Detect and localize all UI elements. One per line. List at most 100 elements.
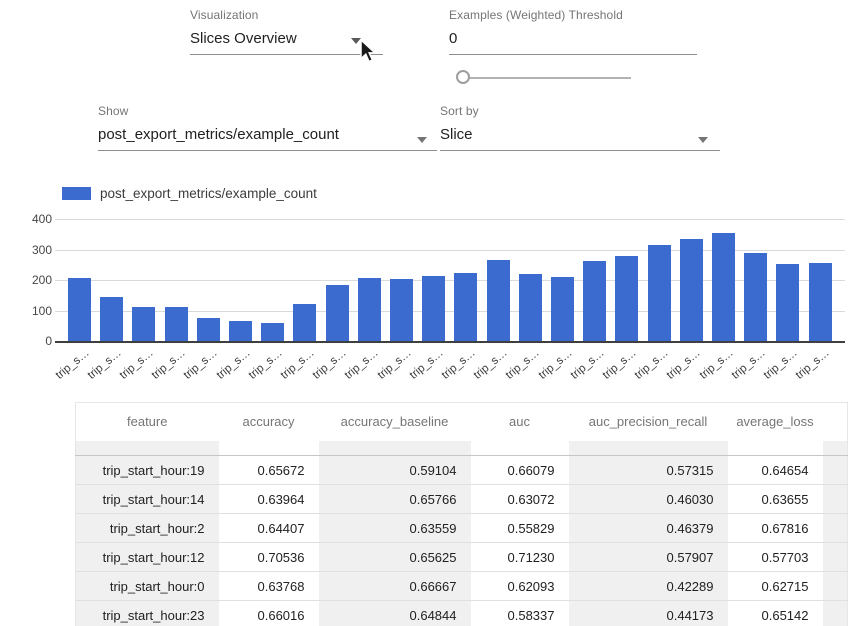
bar[interactable] — [551, 277, 574, 341]
metric-cell: 0.67816 — [728, 514, 823, 543]
metric-cell: 0.65672 — [219, 456, 319, 485]
legend-swatch — [62, 187, 91, 200]
sort-by-dropdown[interactable]: Slice — [440, 126, 720, 143]
metric-cell: 0.63768 — [219, 572, 319, 601]
bar[interactable] — [776, 264, 799, 341]
metric-cell: 0.57703 — [728, 543, 823, 572]
feature-cell: trip_start_hour:19 — [76, 456, 219, 485]
metric-cell: 0.59104 — [319, 456, 471, 485]
threshold-input[interactable]: 0 — [449, 30, 697, 47]
chevron-down-icon[interactable] — [698, 137, 708, 143]
bar[interactable] — [68, 278, 91, 341]
bar[interactable] — [809, 263, 832, 341]
chart-legend: post_export_metrics/example_count — [62, 186, 317, 201]
bar[interactable] — [326, 285, 349, 341]
column-header-auc_precision_recall[interactable]: auc_precision_recall — [569, 403, 728, 441]
bar[interactable] — [390, 279, 413, 341]
table-row: trip_start_hour:140.639640.657660.630720… — [76, 485, 848, 514]
metric-cell: 0.62715 — [728, 572, 823, 601]
show-dropdown[interactable]: post_export_metrics/example_count — [98, 126, 437, 143]
threshold-underline — [449, 54, 697, 55]
feature-cell: trip_start_hour:2 — [76, 514, 219, 543]
legend-label: post_export_metrics/example_count — [100, 186, 317, 201]
bar[interactable] — [358, 278, 381, 341]
chevron-down-icon[interactable] — [417, 137, 427, 143]
metric-cell: 0.70536 — [219, 543, 319, 572]
filter-cell[interactable] — [569, 441, 728, 456]
threshold-control: Examples (Weighted) Threshold 0 — [449, 8, 697, 55]
sort-by-underline — [440, 150, 720, 151]
bar[interactable] — [487, 260, 510, 341]
threshold-label: Examples (Weighted) Threshold — [449, 8, 697, 22]
column-header-feature[interactable]: feature — [76, 403, 219, 441]
metric-cell: 0.46379 — [569, 514, 728, 543]
bar[interactable] — [422, 276, 445, 341]
y-axis-label: 400 — [30, 212, 52, 226]
bar[interactable] — [712, 233, 735, 341]
table-filter-row — [76, 441, 848, 456]
partial-cell — [823, 485, 848, 514]
bar[interactable] — [744, 253, 767, 341]
metric-cell: 0.44173 — [569, 601, 728, 626]
metric-cell: 0.71230 — [471, 543, 569, 572]
table-row: trip_start_hour:00.637680.666670.620930.… — [76, 572, 848, 601]
column-header-auc[interactable]: auc — [471, 403, 569, 441]
bar[interactable] — [293, 304, 316, 341]
metric-cell: 0.42289 — [569, 572, 728, 601]
metric-cell: 0.65625 — [319, 543, 471, 572]
mouse-cursor-icon — [359, 39, 376, 69]
bar[interactable] — [615, 256, 638, 341]
table-header-row: featureaccuracyaccuracy_baselineaucauc_p… — [76, 403, 848, 441]
sort-by-control: Sort by Slice — [440, 104, 720, 151]
metric-cell: 0.66079 — [471, 456, 569, 485]
metric-cell: 0.58337 — [471, 601, 569, 626]
metric-cell: 0.65142 — [728, 601, 823, 626]
sort-by-label: Sort by — [440, 104, 720, 118]
feature-cell: trip_start_hour:12 — [76, 543, 219, 572]
visualization-label: Visualization — [190, 8, 383, 22]
bar[interactable] — [680, 239, 703, 341]
filter-cell[interactable] — [823, 441, 848, 456]
metric-cell: 0.64844 — [319, 601, 471, 626]
metric-cell: 0.46030 — [569, 485, 728, 514]
metric-cell: 0.66016 — [219, 601, 319, 626]
table-row: trip_start_hour:120.705360.656250.71230 0… — [76, 543, 848, 572]
slices-overview-panel: Visualization Slices Overview Examples (… — [0, 0, 863, 626]
visualization-underline — [190, 54, 383, 55]
table-row: trip_start_hour:190.656720.591040.660790… — [76, 456, 848, 485]
bar[interactable] — [165, 307, 188, 341]
bar[interactable] — [261, 323, 284, 341]
filter-cell[interactable] — [319, 441, 471, 456]
metric-cell: 0.55829 — [471, 514, 569, 543]
bar[interactable] — [229, 321, 252, 341]
bar-chart: 4003002001000trip_s…trip_s…trip_s…trip_s… — [30, 210, 855, 395]
bar[interactable] — [197, 318, 220, 341]
filter-cell[interactable] — [76, 441, 219, 456]
bar[interactable] — [648, 245, 671, 341]
visualization-control: Visualization Slices Overview — [190, 8, 383, 55]
metrics-table: featureaccuracyaccuracy_baselineaucauc_p… — [75, 402, 848, 626]
column-header-accuracy_baseline[interactable]: accuracy_baseline — [319, 403, 471, 441]
y-axis-label: 200 — [30, 273, 52, 287]
column-header-accuracy[interactable]: accuracy — [219, 403, 319, 441]
filter-cell[interactable] — [728, 441, 823, 456]
table-row: trip_start_hour:20.644070.635590.558290.… — [76, 514, 848, 543]
slider-handle-icon[interactable] — [456, 70, 470, 84]
feature-cell: trip_start_hour:14 — [76, 485, 219, 514]
bar[interactable] — [454, 273, 477, 341]
y-axis-label: 300 — [30, 243, 52, 257]
bar[interactable] — [583, 261, 606, 341]
column-header-average_loss[interactable]: average_loss — [728, 403, 823, 441]
bar[interactable] — [100, 297, 123, 341]
bar[interactable] — [132, 307, 155, 341]
show-label: Show — [98, 104, 437, 118]
slider-track[interactable] — [464, 77, 631, 79]
metric-cell: 0.63655 — [728, 485, 823, 514]
metric-cell: 0.57315 — [569, 456, 728, 485]
filter-cell[interactable] — [471, 441, 569, 456]
filter-cell[interactable] — [219, 441, 319, 456]
metric-cell: 0.64654 — [728, 456, 823, 485]
bar[interactable] — [519, 274, 542, 341]
threshold-slider[interactable] — [456, 70, 636, 86]
partial-cell — [823, 572, 848, 601]
